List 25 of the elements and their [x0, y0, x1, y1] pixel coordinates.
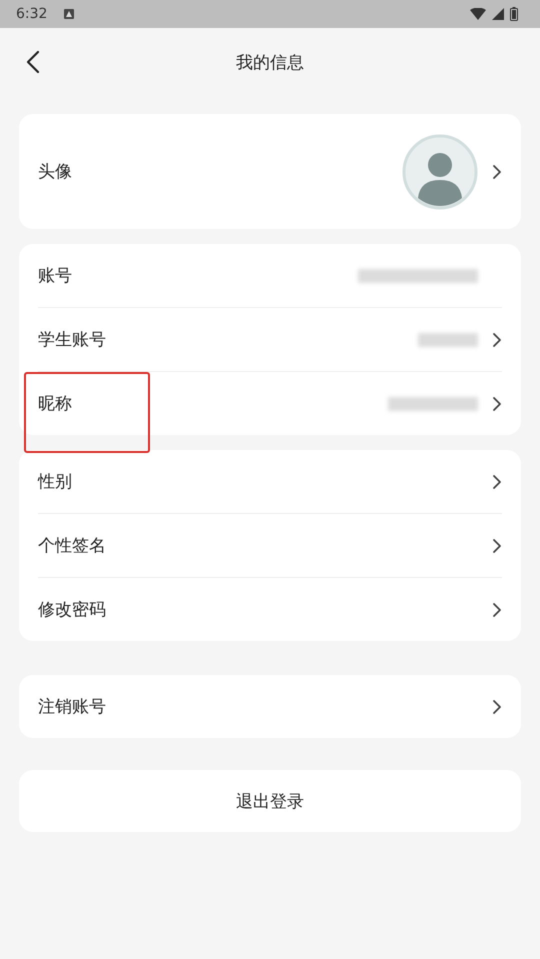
settings-row[interactable]: 头像: [38, 114, 502, 229]
wifi-icon: [470, 8, 486, 20]
row-label: 注销账号: [38, 696, 106, 718]
battery-icon: [510, 7, 518, 21]
row-label: 性别: [38, 471, 72, 493]
signal-icon: [492, 8, 504, 20]
avatar-icon: [402, 134, 478, 210]
row-label: 修改密码: [38, 599, 106, 621]
notification-icon: [63, 8, 76, 20]
row-label: 昵称: [38, 393, 72, 415]
row-label: 个性签名: [38, 535, 106, 557]
settings-row[interactable]: 性别: [38, 450, 502, 514]
logout-button[interactable]: 退出登录: [19, 770, 521, 832]
page-title: 我的信息: [236, 52, 304, 74]
settings-row[interactable]: 昵称: [38, 372, 502, 435]
settings-row[interactable]: 学生账号: [38, 308, 502, 372]
back-icon[interactable]: [26, 50, 40, 74]
row-label: 账号: [38, 265, 72, 287]
status-time: 6:32: [16, 6, 48, 22]
settings-row[interactable]: 个性签名: [38, 514, 502, 578]
settings-row[interactable]: 账号: [38, 244, 502, 308]
settings-row[interactable]: 修改密码: [38, 578, 502, 641]
settings-row[interactable]: 注销账号: [38, 675, 502, 738]
row-label: 头像: [38, 161, 72, 183]
row-label: 学生账号: [38, 329, 106, 351]
